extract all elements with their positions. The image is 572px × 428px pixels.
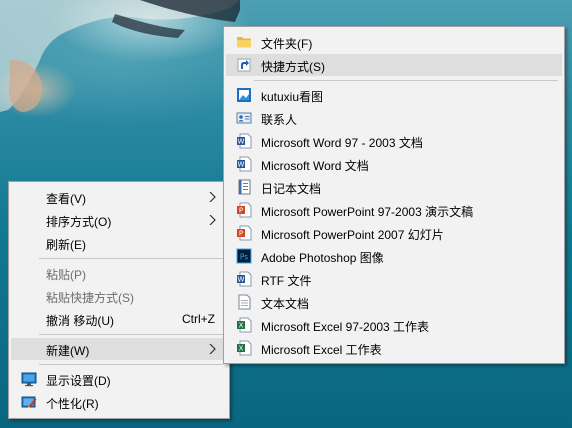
new-word-label: Microsoft Word 文档 (261, 159, 369, 173)
word-document-icon: W (237, 133, 252, 149)
menu-item-new-label: 新建(W) (46, 344, 90, 358)
journal-document-icon (238, 179, 251, 195)
new-rtf-file[interactable]: W RTF 文件 (226, 268, 562, 290)
new-excel-sheet[interactable]: X Microsoft Excel 工作表 (226, 337, 562, 359)
menu-item-paste-label: 粘贴(P) (46, 268, 86, 282)
menu-item-sort-label: 排序方式(O) (46, 215, 112, 229)
menu-item-new[interactable]: 新建(W) (11, 338, 227, 360)
svg-text:Ps: Ps (240, 253, 248, 262)
kutuxiu-image-icon (237, 88, 251, 102)
new-word97-label: Microsoft Word 97 - 2003 文档 (261, 136, 423, 150)
svg-text:P: P (239, 230, 243, 238)
svg-text:W: W (238, 276, 245, 284)
new-photoshop-image[interactable]: Ps Adobe Photoshop 图像 (226, 245, 562, 267)
new-ppt97-label: Microsoft PowerPoint 97-2003 演示文稿 (261, 205, 474, 219)
new-contact[interactable]: 联系人 (226, 107, 562, 129)
excel-document-icon: X (237, 340, 252, 356)
menu-item-undo-shortcut: Ctrl+Z (182, 312, 215, 326)
new-ppt2007-slide[interactable]: P Microsoft PowerPoint 2007 幻灯片 (226, 222, 562, 244)
menu-item-display-label: 显示设置(D) (46, 374, 111, 388)
new-ppt2007-label: Microsoft PowerPoint 2007 幻灯片 (261, 228, 444, 242)
rtf-document-icon: W (237, 271, 252, 287)
svg-text:P: P (239, 207, 243, 215)
folder-icon (237, 37, 251, 48)
text-document-icon (238, 294, 251, 310)
menu-item-sort[interactable]: 排序方式(O) (11, 209, 227, 231)
menu-item-display-settings[interactable]: 显示设置(D) (11, 368, 227, 390)
svg-text:X: X (239, 322, 244, 330)
chevron-right-icon (209, 215, 216, 225)
menu-item-paste-shortcut[interactable]: 粘贴快捷方式(S) (11, 285, 227, 307)
new-shortcut[interactable]: 快捷方式(S) (226, 54, 562, 76)
photoshop-icon: Ps (236, 248, 252, 264)
menu-item-personalize[interactable]: 个性化(R) (11, 391, 227, 413)
shortcut-arrow-icon (237, 58, 251, 72)
new-text-label: 文本文档 (261, 297, 310, 311)
menu-item-view-label: 查看(V) (46, 192, 86, 206)
svg-text:X: X (239, 345, 244, 353)
new-kutuxiu-image[interactable]: kutuxiu看图 (226, 84, 562, 106)
menu-item-undo-label: 撤消 移动(U) (46, 314, 114, 328)
desktop-context-menu: 查看(V) 排序方式(O) 刷新(E) 粘贴(P) 粘贴快捷方式(S) 撤消 移… (8, 181, 230, 419)
new-folder[interactable]: 文件夹(F) (226, 31, 562, 53)
contact-card-icon (236, 112, 252, 124)
menu-separator (39, 364, 223, 365)
menu-separator (39, 258, 223, 259)
menu-item-personalize-label: 个性化(R) (46, 397, 99, 411)
menu-item-undo-move[interactable]: 撤消 移动(U) Ctrl+Z (11, 308, 227, 330)
svg-text:W: W (238, 138, 245, 146)
menu-item-refresh-label: 刷新(E) (46, 238, 86, 252)
word-document-icon: W (237, 156, 252, 172)
new-photoshop-label: Adobe Photoshop 图像 (261, 251, 384, 265)
wallpaper-swimmer (0, 0, 240, 112)
menu-separator (254, 80, 558, 81)
new-word-document[interactable]: W Microsoft Word 文档 (226, 153, 562, 175)
svg-text:W: W (238, 161, 245, 169)
powerpoint-document-icon: P (237, 225, 252, 241)
new-rtf-label: RTF 文件 (261, 274, 312, 288)
new-excel97-sheet[interactable]: X Microsoft Excel 97-2003 工作表 (226, 314, 562, 336)
new-journal-label: 日记本文档 (261, 182, 322, 196)
menu-separator (39, 334, 223, 335)
menu-item-paste-shortcut-label: 粘贴快捷方式(S) (46, 291, 134, 305)
menu-item-refresh[interactable]: 刷新(E) (11, 232, 227, 254)
powerpoint-document-icon: P (237, 202, 252, 218)
personalize-brush-icon (21, 396, 37, 409)
new-excel-label: Microsoft Excel 工作表 (261, 343, 382, 357)
new-kutuxiu-label: kutuxiu看图 (261, 90, 324, 104)
new-text-document[interactable]: 文本文档 (226, 291, 562, 313)
new-submenu: 文件夹(F) 快捷方式(S) kutuxiu看图 联系人 W Microsoft… (223, 26, 565, 364)
display-monitor-icon (21, 372, 37, 387)
menu-item-view[interactable]: 查看(V) (11, 186, 227, 208)
new-contact-label: 联系人 (261, 113, 298, 127)
new-journal-document[interactable]: 日记本文档 (226, 176, 562, 198)
excel-document-icon: X (237, 317, 252, 333)
menu-item-paste[interactable]: 粘贴(P) (11, 262, 227, 284)
new-excel97-label: Microsoft Excel 97-2003 工作表 (261, 320, 430, 334)
new-folder-label: 文件夹(F) (261, 37, 313, 51)
new-ppt97-presentation[interactable]: P Microsoft PowerPoint 97-2003 演示文稿 (226, 199, 562, 221)
chevron-right-icon (209, 344, 216, 354)
chevron-right-icon (209, 192, 216, 202)
new-shortcut-label: 快捷方式(S) (261, 60, 325, 74)
new-word97-document[interactable]: W Microsoft Word 97 - 2003 文档 (226, 130, 562, 152)
